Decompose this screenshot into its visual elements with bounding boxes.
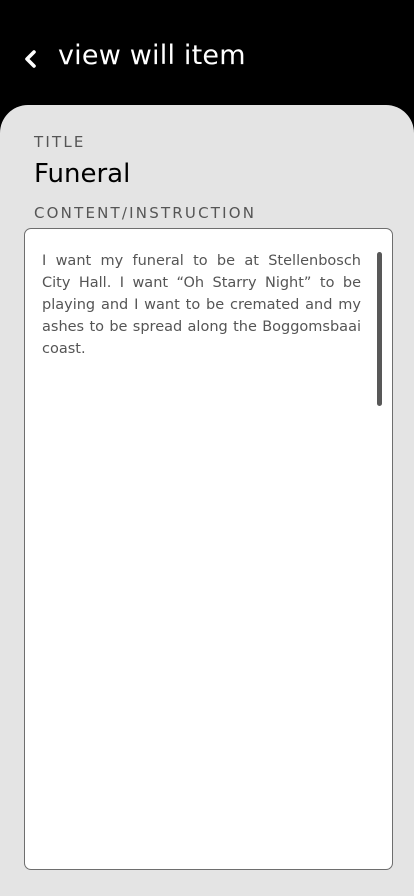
will-item-card: TITLE Funeral CONTENT/INSTRUCTION I want… [0, 105, 414, 896]
content-scrollbar[interactable] [377, 252, 382, 406]
page-title: view will item [58, 40, 246, 71]
content-label: CONTENT/INSTRUCTION [34, 204, 257, 222]
content-textarea[interactable]: I want my funeral to be at Stellenbosch … [24, 228, 393, 870]
back-button[interactable] [14, 42, 48, 76]
title-value: Funeral [34, 159, 131, 189]
content-text: I want my funeral to be at Stellenbosch … [42, 253, 361, 357]
chevron-left-icon [25, 50, 36, 68]
title-label: TITLE [34, 133, 86, 151]
app-header: view will item [0, 0, 414, 110]
view-will-item-screen: view will item TITLE Funeral CONTENT/INS… [0, 0, 414, 896]
